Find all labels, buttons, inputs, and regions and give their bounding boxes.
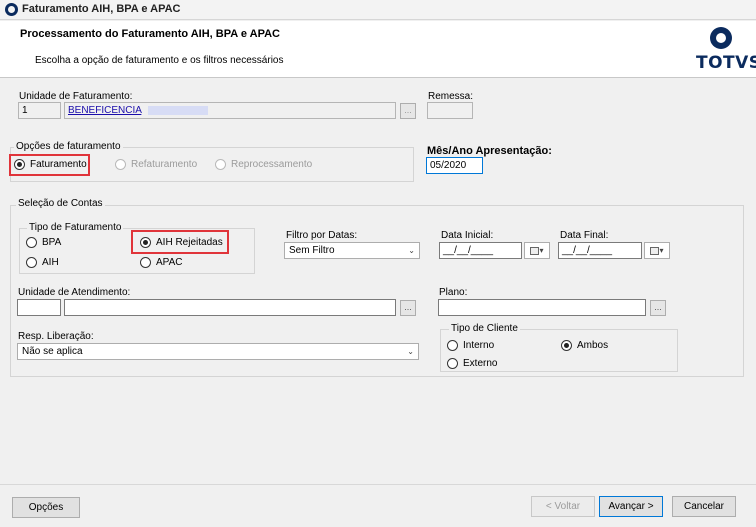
unidade-atendimento-lookup-button[interactable]: ... [400,300,416,316]
opcoes-button[interactable]: Opções [12,497,80,518]
resp-liberacao-select[interactable]: Não se aplica ⌄ [17,343,419,360]
chevron-down-icon: ⌄ [407,347,414,356]
radio-externo-label: Externo [463,358,498,369]
dropdown-arrow-icon: ▾ [539,246,544,255]
unidade-faturamento-code-field: 1 [18,102,61,119]
opcoes-faturamento-legend: Opções de faturamento [14,141,123,152]
mes-ano-input[interactable]: 05/2020 [426,157,483,174]
radio-selected-indicator [140,237,151,248]
tipo-faturamento-legend: Tipo de Faturamento [27,222,124,233]
data-final-label: Data Final: [560,230,609,241]
resp-liberacao-value: Não se aplica [22,346,83,357]
radio-selected-indicator [561,340,572,351]
radio-indicator [115,159,126,170]
remessa-field [427,102,473,119]
radio-indicator [140,257,151,268]
page-subtitle: Escolha a opção de faturamento e os filt… [35,55,284,66]
app-logo-icon [5,3,18,16]
radio-aih-rejeitadas[interactable]: AIH Rejeitadas [140,237,223,248]
unidade-faturamento-name: BENEFICENCIA [68,105,142,116]
dropdown-arrow-icon: ▾ [659,246,664,255]
radio-ambos[interactable]: Ambos [561,340,608,351]
radio-ambos-label: Ambos [577,340,609,351]
data-final-input[interactable]: __/__/____ [558,242,642,259]
cancelar-button[interactable]: Cancelar [672,496,736,517]
unidade-atendimento-label: Unidade de Atendimento: [18,287,131,298]
plano-lookup-button[interactable]: ... [650,300,666,316]
unidade-atendimento-name-input[interactable] [64,299,396,316]
radio-faturamento[interactable]: Faturamento [14,159,87,170]
radio-aih-rejeitadas-label: AIH Rejeitadas [156,237,223,248]
avancar-button[interactable]: Avançar > [599,496,663,517]
radio-bpa-label: BPA [42,237,62,248]
unidade-faturamento-label: Unidade de Faturamento: [19,91,133,102]
radio-indicator [26,257,37,268]
page-title: Processamento do Faturamento AIH, BPA e … [20,28,280,40]
wizard-header: Processamento do Faturamento AIH, BPA e … [0,21,756,78]
totvs-logo-icon [710,27,732,49]
data-inicial-label: Data Inicial: [441,230,494,241]
selecao-contas-legend: Seleção de Contas [16,198,105,209]
unidade-faturamento-lookup-button: ... [400,103,416,119]
window-title: Faturamento AIH, BPA e APAC [22,3,181,15]
resp-liberacao-label: Resp. Liberação: [18,331,94,342]
radio-interno[interactable]: Interno [447,340,494,351]
radio-aih-label: AIH [42,257,59,268]
data-inicial-input[interactable]: __/__/____ [439,242,522,259]
unidade-faturamento-name-field: BENEFICENCIA [64,102,396,119]
radio-apac[interactable]: APAC [140,257,183,268]
brand-logo-text: TOTVS [696,53,756,73]
unidade-atendimento-code-input[interactable] [17,299,61,316]
radio-bpa[interactable]: BPA [26,237,61,248]
radio-reprocessamento: Reprocessamento [215,159,312,170]
radio-indicator [447,358,458,369]
radio-refaturamento-label: Refaturamento [131,159,198,170]
radio-interno-label: Interno [463,340,495,351]
data-inicial-calendar-button[interactable]: ▾ [524,242,550,259]
filtro-datas-select[interactable]: Sem Filtro ⌄ [284,242,420,259]
radio-apac-label: APAC [156,257,183,268]
mes-ano-label: Mês/Ano Apresentação: [427,145,552,157]
title-bar: Faturamento AIH, BPA e APAC [0,0,756,20]
radio-indicator [447,340,458,351]
remessa-label: Remessa: [428,91,474,102]
radio-aih[interactable]: AIH [26,257,59,268]
filtro-datas-label: Filtro por Datas: [286,230,358,241]
radio-externo[interactable]: Externo [447,358,497,369]
voltar-button: < Voltar [531,496,595,517]
plano-label: Plano: [439,287,468,298]
radio-faturamento-label: Faturamento [30,159,87,170]
redacted-block [148,105,209,115]
data-final-calendar-button[interactable]: ▾ [644,242,670,259]
radio-reprocessamento-label: Reprocessamento [231,159,313,170]
radio-selected-indicator [14,159,25,170]
radio-refaturamento: Refaturamento [115,159,197,170]
radio-indicator [215,159,226,170]
filtro-datas-value: Sem Filtro [289,245,335,256]
tipo-cliente-legend: Tipo de Cliente [449,323,520,334]
chevron-down-icon: ⌄ [408,246,415,255]
plano-input[interactable] [438,299,646,316]
radio-indicator [26,237,37,248]
